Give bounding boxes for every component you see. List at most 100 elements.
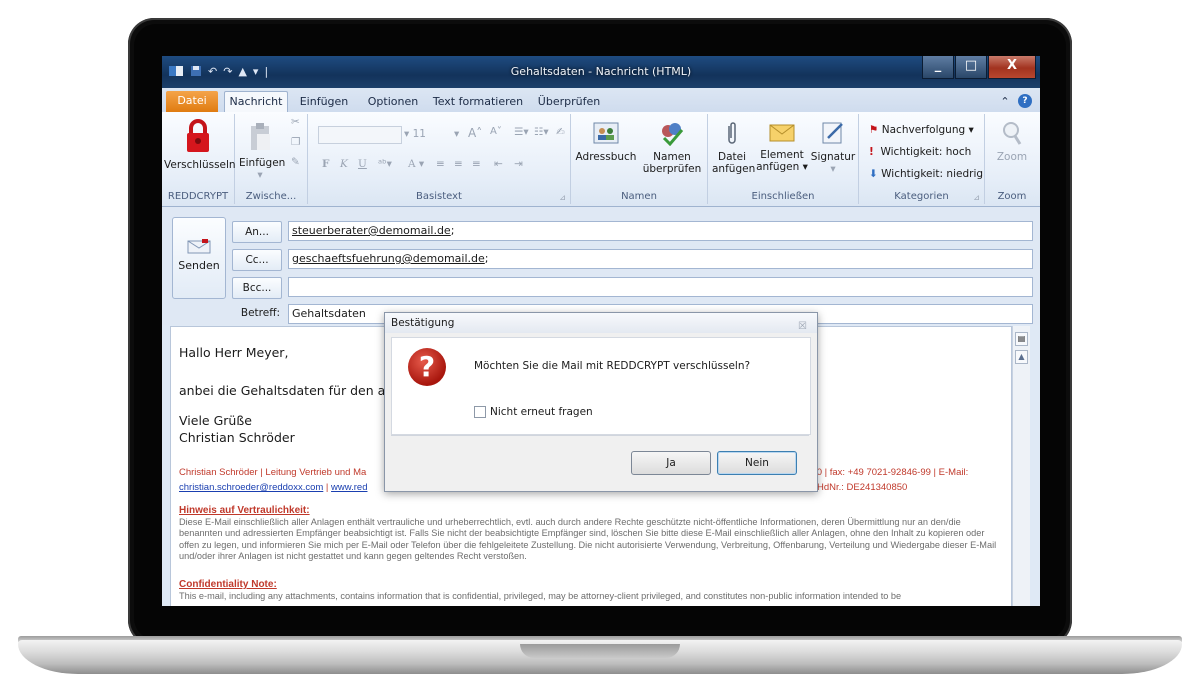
send-button[interactable]: Senden xyxy=(172,217,226,299)
group-clipboard: Einfügen ▾ ✂ ❐ ✎ Zwische... xyxy=(235,114,308,204)
tab-optionen[interactable]: Optionen xyxy=(362,92,424,112)
tab-einfuegen[interactable]: Einfügen xyxy=(294,92,354,112)
no-button[interactable]: Nein xyxy=(717,451,797,475)
attach-file-button[interactable]: Datei anfügen xyxy=(712,120,756,175)
group-zoom: Zoom Zoom xyxy=(985,114,1039,204)
copy-icon[interactable]: ❐ xyxy=(291,136,300,148)
attach-item-label-2: anfügen ▾ xyxy=(756,161,808,173)
highlight-icon[interactable]: ᵃᵇ▾ xyxy=(378,158,392,170)
signature-email-link[interactable]: christian.schroeder@reddoxx.com xyxy=(179,482,323,493)
magnifier-icon xyxy=(1003,122,1022,145)
dialog-close-icon[interactable]: ☒ xyxy=(798,317,807,337)
attach-file-label-2: anfügen xyxy=(712,163,756,175)
check-names-label-2: überprüfen xyxy=(642,163,702,175)
group-label-names: Namen xyxy=(621,191,657,202)
yes-button[interactable]: Ja xyxy=(631,451,711,475)
grow-font-icon[interactable]: A˄ xyxy=(468,126,482,140)
signature-button[interactable]: Signatur ▾ xyxy=(810,120,856,175)
group-include: Datei anfügen Element anfügen ▾ Signatur… xyxy=(708,114,859,204)
signature-label: Signatur xyxy=(810,151,856,163)
shrink-font-icon[interactable]: A˅ xyxy=(490,126,502,137)
tab-ueberpruefen[interactable]: Überprüfen xyxy=(534,92,604,112)
align-left-icon[interactable]: ≡ xyxy=(436,158,445,170)
tab-nachricht[interactable]: Nachricht xyxy=(224,91,288,113)
tags-dialog-launcher-icon[interactable]: ⊿ xyxy=(973,193,980,202)
bcc-button[interactable]: Bcc... xyxy=(232,277,282,299)
tab-datei[interactable]: Datei xyxy=(166,91,218,112)
question-icon: ? xyxy=(408,348,446,386)
cc-field[interactable]: geschaeftsfuehrung@demomail.de; xyxy=(288,249,1033,269)
followup-button[interactable]: ⚑ Nachverfolgung ▾ xyxy=(869,124,974,136)
font-size-dropdown-icon[interactable]: ▾ xyxy=(454,128,459,140)
minimize-button[interactable]: _ xyxy=(922,56,954,79)
group-label-reddcrypt: REDDCRYPT xyxy=(167,191,229,202)
closing-line-2: Christian Schröder xyxy=(179,430,295,445)
paperclip-icon xyxy=(728,122,736,144)
dialog-title: Bestätigung xyxy=(391,317,455,329)
signature-dropdown-icon[interactable]: ▾ xyxy=(810,163,856,175)
help-icon[interactable]: ? xyxy=(1018,94,1032,108)
scroll-options-icon[interactable]: ▤ xyxy=(1015,332,1028,346)
addressbook-button[interactable]: Adressbuch xyxy=(575,120,637,163)
styles-icon[interactable]: ✍ xyxy=(556,126,565,138)
dont-ask-checkbox[interactable]: Nicht erneut fragen xyxy=(474,406,593,418)
bold-icon[interactable]: F xyxy=(322,158,329,170)
align-center-icon[interactable]: ≡ xyxy=(454,158,463,170)
font-color-icon[interactable]: A ▾ xyxy=(408,158,424,170)
paste-dropdown-icon[interactable]: ▾ xyxy=(239,169,281,181)
italic-icon[interactable]: K xyxy=(340,158,348,170)
close-button[interactable]: X xyxy=(988,56,1036,79)
cc-button[interactable]: Cc... xyxy=(232,249,282,271)
format-painter-icon[interactable]: ✎ xyxy=(291,156,300,168)
attach-item-button[interactable]: Element anfügen ▾ xyxy=(756,120,808,173)
padlock-icon xyxy=(187,119,209,152)
bcc-field[interactable] xyxy=(288,277,1033,297)
check-names-icon xyxy=(662,123,684,147)
paste-button[interactable]: Einfügen ▾ xyxy=(239,122,285,181)
dont-ask-label: Nicht erneut fragen xyxy=(490,406,593,418)
to-field[interactable]: steuerberater@demomail.de; xyxy=(288,221,1033,241)
group-reddcrypt: Verschlüsseln REDDCRYPT xyxy=(162,114,236,204)
encrypt-button[interactable]: Verschlüsseln xyxy=(164,118,236,171)
exclamation-icon: ! xyxy=(869,146,874,158)
dialog-content: ? Möchten Sie die Mail mit REDDCRYPT ver… xyxy=(391,337,811,435)
group-label-clipboard: Zwische... xyxy=(245,191,297,202)
clipboard-icon xyxy=(251,123,270,150)
font-name-select[interactable] xyxy=(318,126,402,144)
zoom-button[interactable]: Zoom xyxy=(989,120,1035,163)
decrease-indent-icon[interactable]: ⇤ xyxy=(494,158,503,170)
numbering-icon[interactable]: ☷▾ xyxy=(534,126,549,138)
body-scrollbar[interactable]: ▤ ▲ xyxy=(1012,326,1030,606)
confidentiality-text-en: This e-mail, including any attachments, … xyxy=(179,591,902,601)
send-icon xyxy=(187,239,211,254)
attach-file-label-1: Datei xyxy=(717,151,746,163)
cut-icon[interactable]: ✂ xyxy=(291,116,300,128)
importance-low-button[interactable]: ⬇ Wichtigkeit: niedrig xyxy=(869,168,983,180)
outlook-window: ↶ ↷ ▲ ▾ | Gehaltsdaten - Nachricht (HTML… xyxy=(162,56,1040,606)
font-size-select[interactable]: ▾ 11 xyxy=(404,128,426,140)
dialog-launcher-icon[interactable]: ⊿ xyxy=(559,193,566,202)
attach-item-label-1: Element xyxy=(760,149,804,161)
importance-high-button[interactable]: ! Wichtigkeit: hoch xyxy=(869,146,971,158)
maximize-button[interactable]: □ xyxy=(955,56,987,79)
signature-line-2: christian.schroeder@reddoxx.com | www.re… xyxy=(179,482,368,493)
underline-icon[interactable]: U xyxy=(358,158,367,170)
signature-web-link[interactable]: www.red xyxy=(331,482,367,493)
align-right-icon[interactable]: ≡ xyxy=(472,158,481,170)
group-tags: ⚑ Nachverfolgung ▾ ! Wichtigkeit: hoch ⬇… xyxy=(859,114,985,204)
addressbook-label: Adressbuch xyxy=(575,151,637,163)
bullets-icon[interactable]: ☰▾ xyxy=(514,126,529,138)
message-header: Senden An... steuerberater@demomail.de; … xyxy=(162,207,1040,325)
cc-recipient[interactable]: geschaeftsfuehrung@demomail.de xyxy=(292,252,485,265)
scroll-up-icon[interactable]: ▲ xyxy=(1015,350,1028,364)
to-button[interactable]: An... xyxy=(232,221,282,243)
collapse-ribbon-icon[interactable]: ⌃ xyxy=(998,92,1012,112)
check-names-button[interactable]: Namen überprüfen xyxy=(641,120,703,175)
tab-text-formatieren[interactable]: Text formatieren xyxy=(432,92,524,112)
to-recipient[interactable]: steuerberater@demomail.de xyxy=(292,224,451,237)
increase-indent-icon[interactable]: ⇥ xyxy=(514,158,523,170)
dialog-separator xyxy=(391,435,809,436)
subject-label: Betreff: xyxy=(240,307,280,319)
envelope-icon xyxy=(769,124,795,142)
checkbox-box[interactable] xyxy=(474,406,486,418)
